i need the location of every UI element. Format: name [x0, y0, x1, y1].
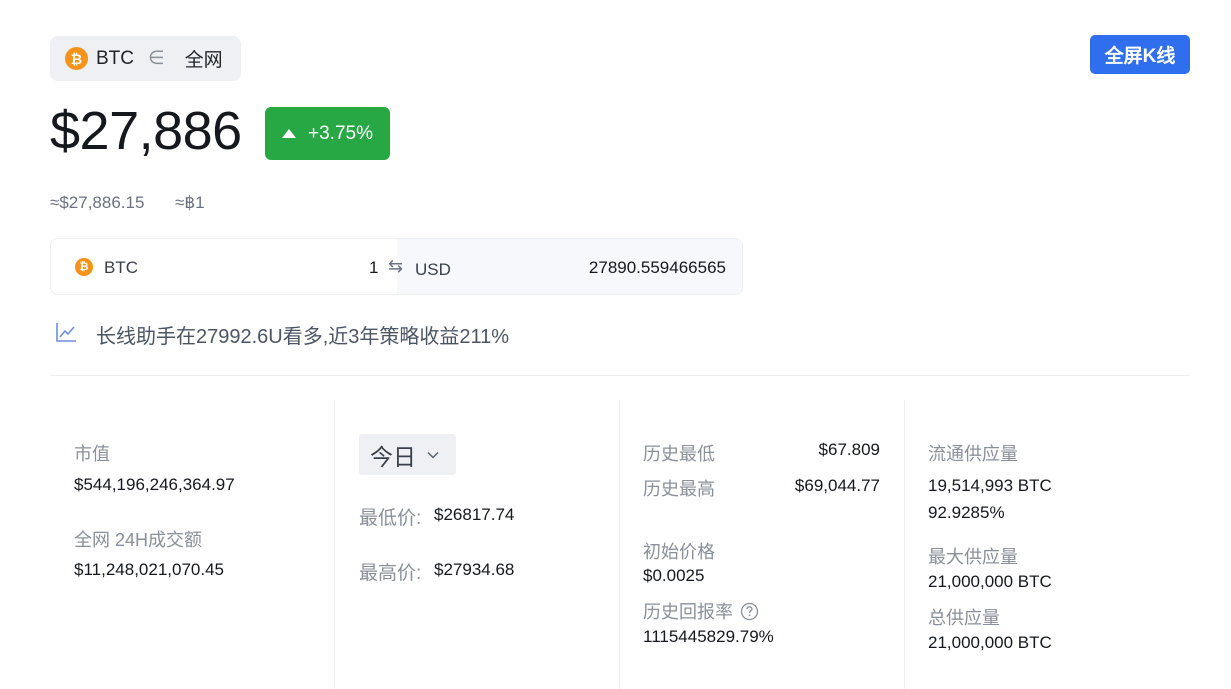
strategy-tip-text: 长线助手在27992.6U看多,近3年策略收益211% — [96, 326, 510, 348]
day-low-value: $26817.74 — [434, 505, 515, 524]
current-price: $27,886 — [50, 101, 242, 161]
initial-price-value: $0.0025 — [643, 566, 705, 585]
total-supply-value: 21,000,000 BTC — [928, 633, 1052, 652]
ath-low-label: 历史最低 — [643, 444, 715, 464]
day-high-value: $27934.68 — [434, 560, 515, 579]
chevron-down-icon — [427, 451, 439, 459]
converter-from-amount-input[interactable]: 1 — [369, 258, 378, 278]
circulating-supply-value: 19,514,993 BTC — [928, 476, 1052, 495]
period-selected: 今日 — [370, 443, 416, 470]
column-divider — [904, 400, 905, 689]
converter-to-symbol: USD — [415, 260, 451, 279]
max-supply-value: 21,000,000 BTC — [928, 572, 1052, 591]
converter-to-panel: ⇆ USD 27890.559466565 — [388, 239, 742, 294]
price-change-value: +3.75% — [308, 122, 373, 144]
bitcoin-icon: ₿ — [65, 47, 88, 70]
market-cap-label: 市值 — [74, 444, 110, 464]
ath-high-label: 历史最高 — [643, 479, 715, 499]
total-supply-label: 总供应量 — [928, 608, 1000, 628]
converter-from-symbol: BTC — [104, 258, 138, 277]
trend-chart-icon — [55, 321, 77, 348]
price-change-badge: +3.75% — [265, 107, 390, 160]
approx-btc: ≈฿1 — [175, 193, 205, 212]
day-low-label: 最低价: — [359, 508, 422, 529]
strategy-tip[interactable]: 长线助手在27992.6U看多,近3年策略收益211% — [55, 320, 509, 349]
circulating-supply-percent: 92.9285% — [928, 503, 1005, 522]
initial-price-label: 初始价格 — [643, 542, 715, 562]
converter-to-amount-input[interactable]: 27890.559466565 — [589, 258, 726, 278]
divider — [50, 375, 1190, 376]
scope-label: 全网 — [184, 50, 223, 71]
bitcoin-icon: ₿ — [75, 258, 93, 276]
day-high-label: 最高价: — [359, 563, 422, 584]
column-divider — [334, 400, 335, 689]
fullscreen-kline-button[interactable]: 全屏K线 — [1090, 35, 1190, 74]
column-divider — [619, 400, 620, 689]
circulating-supply-label: 流通供应量 — [928, 444, 1018, 464]
period-dropdown[interactable]: 今日 — [359, 434, 456, 475]
coin-selector[interactable]: ₿ BTC ∈ 全网 — [50, 36, 241, 81]
ath-high-value: $69,044.77 — [794, 476, 880, 495]
roi-label: 历史回报率 — [643, 602, 733, 622]
volume-24h-label: 全网 24H成交额 — [74, 530, 203, 550]
coin-symbol: BTC — [96, 47, 134, 69]
roi-label-row: 历史回报率 — [643, 598, 759, 624]
belongs-to-icon: ∈ — [148, 48, 165, 69]
approx-usd: ≈$27,886.15 — [50, 193, 145, 212]
currency-converter: ₿ BTC 1 ⇆ USD 27890.559466565 — [50, 238, 743, 295]
market-cap-value: $544,196,246,364.97 — [74, 475, 235, 494]
help-icon[interactable] — [740, 602, 759, 621]
ath-low-value: $67.809 — [818, 440, 880, 459]
arrow-up-icon — [282, 129, 296, 138]
roi-value: 1115445829.79% — [643, 627, 774, 646]
swap-icon[interactable]: ⇆ — [388, 256, 403, 277]
volume-24h-value: $11,248,021,070.45 — [74, 560, 224, 579]
max-supply-label: 最大供应量 — [928, 547, 1018, 567]
